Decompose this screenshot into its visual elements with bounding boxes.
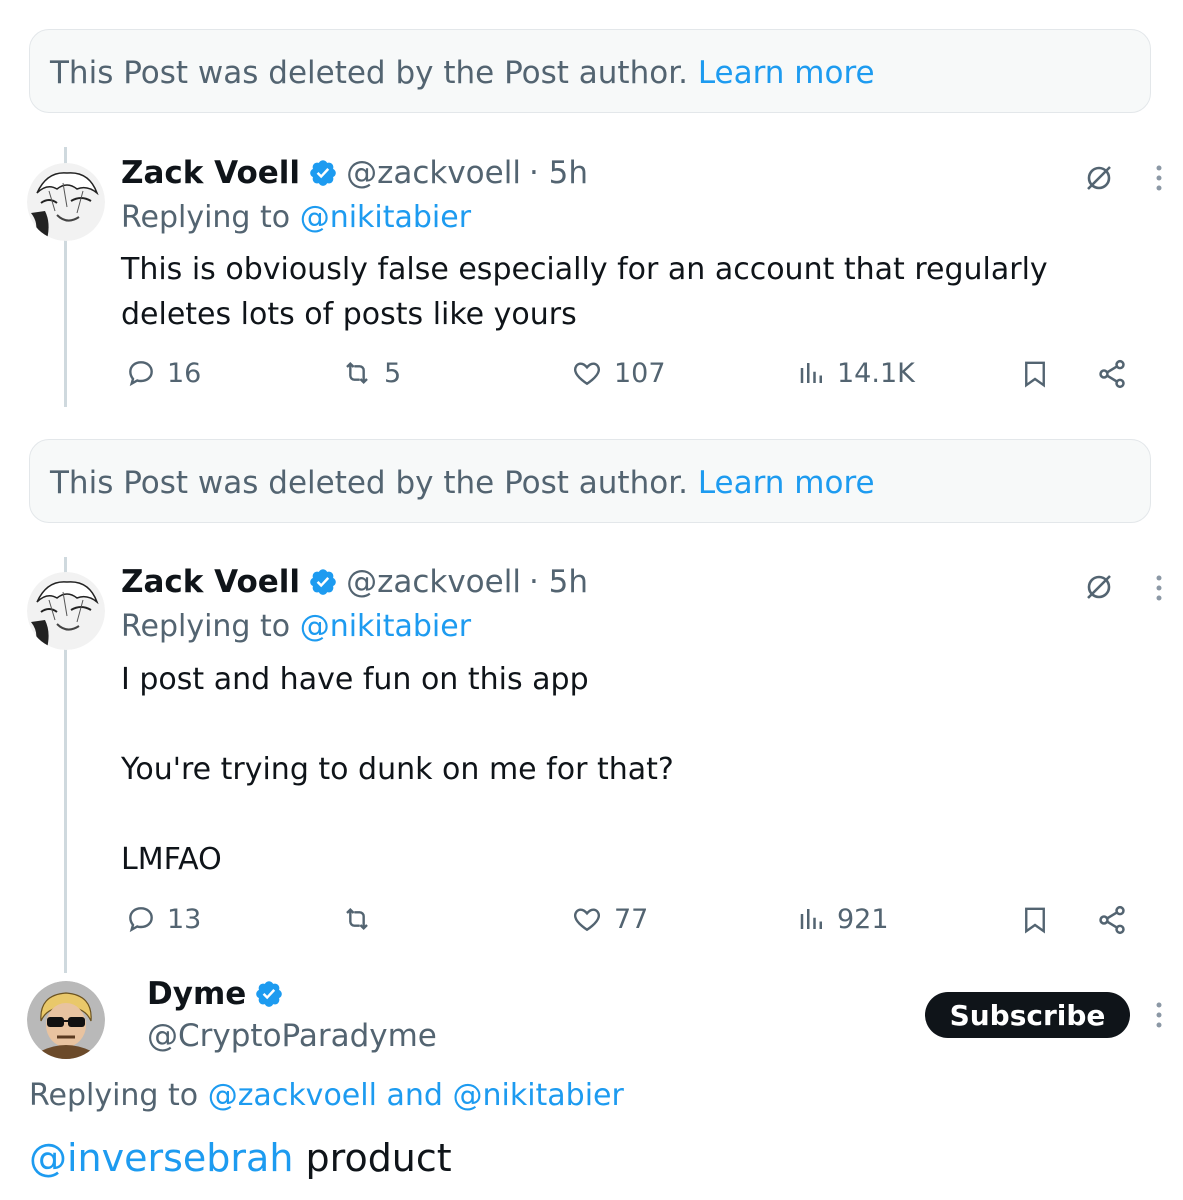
replying-to-link[interactable]: @nikitabier [300,609,471,644]
repost-icon [346,907,368,931]
views-icon [800,909,822,929]
post-text-line: deletes lots of posts like yours [121,297,577,332]
author-handle[interactable]: @zackvoell [346,155,521,191]
reply-count: 16 [167,357,202,389]
deleted-post-notice: This Post was deleted by the Post author… [29,29,1151,113]
repost-count: 5 [384,357,402,389]
avatar[interactable] [27,981,105,1059]
author-name[interactable]: Zack Voell [121,155,300,191]
author-name[interactable]: Zack Voell [121,564,300,600]
replying-to-label: Replying to [121,200,291,235]
post-text-line: I post and have fun on this app [121,662,589,697]
verified-badge-icon [310,160,336,186]
replying-to-link[interactable]: @nikitabier [452,1078,623,1113]
post-text: This is obviously false especially for a… [121,247,1121,337]
post-text: @inversebrah product [29,1136,452,1180]
repost-button[interactable] [340,903,384,935]
replying-to-and: and [386,1078,443,1113]
repost-button[interactable]: 5 [340,357,401,389]
bookmark-icon[interactable] [1020,904,1050,936]
views-button[interactable]: 14.1K [797,357,915,389]
reply-count: 13 [167,903,202,935]
grok-icon[interactable] [1083,571,1115,603]
like-count: 107 [614,357,666,389]
reply-button[interactable]: 16 [125,357,201,389]
repost-icon [346,361,368,385]
post-text-line: LMFAO [121,842,222,877]
author-handle[interactable]: @zackvoell [346,564,521,600]
post-time[interactable]: · 5h [529,155,588,191]
like-icon [574,908,600,932]
avatar[interactable] [27,163,105,241]
reply-button[interactable]: 13 [125,903,201,935]
post-time[interactable]: · 5h [529,564,588,600]
post-text-line: This is obviously false especially for a… [121,252,1048,287]
deleted-notice-text: This Post was deleted by the Post author… [50,465,688,501]
author-handle[interactable]: @CryptoParadyme [147,1018,437,1054]
views-button[interactable]: 921 [797,903,889,935]
bookmark-icon[interactable] [1020,358,1050,390]
verified-badge-icon [256,981,283,1007]
share-icon[interactable] [1096,904,1128,936]
like-icon [574,362,600,386]
views-count: 14.1K [837,357,915,389]
like-button[interactable]: 77 [570,903,648,935]
subscribe-button[interactable]: Subscribe [925,992,1130,1038]
reply-icon [129,907,153,933]
like-count: 77 [614,903,649,935]
share-icon[interactable] [1096,358,1128,390]
more-icon[interactable] [1150,1000,1168,1030]
deleted-notice-text: This Post was deleted by the Post author… [50,55,688,91]
more-icon[interactable] [1150,573,1168,603]
replying-to-label: Replying to [29,1078,199,1113]
mention-link[interactable]: @inversebrah [29,1136,293,1180]
learn-more-link[interactable]: Learn more [698,465,875,501]
post-text-body: product [305,1136,452,1180]
author-name[interactable]: Dyme [147,976,246,1012]
post-text-line: You're trying to dunk on me for that? [121,752,674,787]
avatar[interactable] [27,572,105,650]
views-icon [800,363,822,383]
views-count: 921 [837,903,889,935]
more-icon[interactable] [1150,163,1168,193]
learn-more-link[interactable]: Learn more [698,55,875,91]
reply-icon [129,361,153,387]
verified-badge-icon [310,569,336,595]
replying-to-link[interactable]: @nikitabier [300,200,471,235]
post-text: I post and have fun on this app You're t… [121,657,1121,882]
like-button[interactable]: 107 [570,357,666,389]
thread-line [64,648,67,973]
replying-to-link[interactable]: @zackvoell [208,1078,377,1113]
replying-to-label: Replying to [121,609,291,644]
deleted-post-notice: This Post was deleted by the Post author… [29,439,1151,523]
grok-icon[interactable] [1083,162,1115,194]
